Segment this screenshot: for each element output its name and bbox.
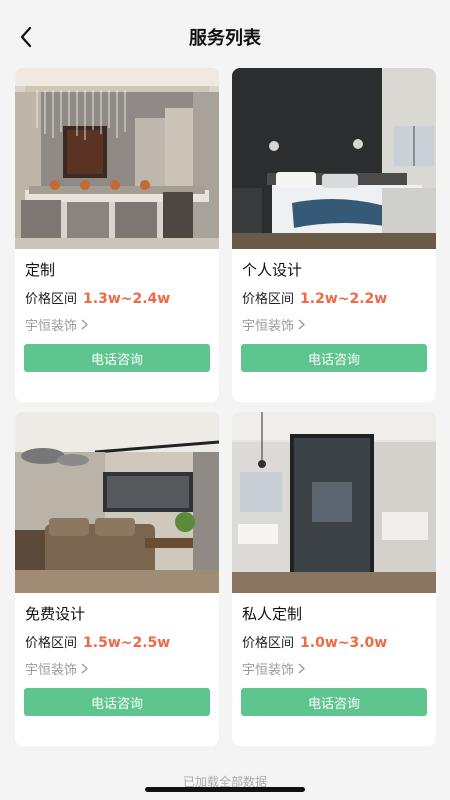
price-label: 价格区间 — [242, 636, 295, 651]
company-link[interactable]: 宇恒装饰 — [25, 315, 88, 334]
service-image-bedroom — [232, 68, 436, 249]
service-image-dining-room — [15, 68, 219, 249]
price-label: 价格区间 — [242, 292, 295, 307]
service-card[interactable]: 定制 价格区间 1.3w~2.4w 宇恒装饰 电话咨询 — [15, 68, 219, 402]
company-name: 宇恒装饰 — [242, 663, 295, 678]
company-name: 宇恒装饰 — [242, 319, 295, 334]
price-value: 1.0w~3.0w — [300, 635, 388, 651]
service-image-glass-partition — [232, 412, 436, 593]
company-link[interactable]: 宇恒装饰 — [242, 315, 305, 334]
phone-consult-button[interactable]: 电话咨询 — [24, 344, 210, 372]
service-card[interactable]: 免费设计 价格区间 1.5w~2.5w 宇恒装饰 电话咨询 — [15, 412, 219, 746]
company-link[interactable]: 宇恒装饰 — [242, 659, 305, 678]
price-label: 价格区间 — [25, 636, 78, 651]
service-name: 免费设计 — [25, 605, 86, 623]
price-value: 1.3w~2.4w — [83, 291, 171, 307]
service-grid: 定制 价格区间 1.3w~2.4w 宇恒装饰 电话咨询 个人设计 价格区间 1.… — [0, 0, 450, 800]
service-name: 个人设计 — [242, 261, 303, 279]
service-name: 私人定制 — [242, 605, 303, 623]
price-value: 1.2w~2.2w — [300, 291, 388, 307]
price-label: 价格区间 — [25, 292, 78, 307]
phone-consult-button[interactable]: 电话咨询 — [24, 688, 210, 716]
service-card[interactable]: 私人定制 价格区间 1.0w~3.0w 宇恒装饰 电话咨询 — [232, 412, 436, 746]
service-image-living-room — [15, 412, 219, 593]
service-name: 定制 — [25, 261, 56, 279]
service-card[interactable]: 个人设计 价格区间 1.2w~2.2w 宇恒装饰 电话咨询 — [232, 68, 436, 402]
home-indicator — [145, 787, 305, 792]
chevron-right-icon — [81, 319, 88, 330]
phone-consult-button[interactable]: 电话咨询 — [241, 688, 427, 716]
chevron-right-icon — [298, 319, 305, 330]
price-row: 价格区间 1.5w~2.5w — [25, 632, 170, 651]
chevron-right-icon — [81, 663, 88, 674]
company-link[interactable]: 宇恒装饰 — [25, 659, 88, 678]
price-row: 价格区间 1.0w~3.0w — [242, 632, 387, 651]
price-row: 价格区间 1.2w~2.2w — [242, 288, 387, 307]
company-name: 宇恒装饰 — [25, 319, 78, 334]
price-row: 价格区间 1.3w~2.4w — [25, 288, 170, 307]
company-name: 宇恒装饰 — [25, 663, 78, 678]
price-value: 1.5w~2.5w — [83, 635, 171, 651]
chevron-right-icon — [298, 663, 305, 674]
phone-consult-button[interactable]: 电话咨询 — [241, 344, 427, 372]
